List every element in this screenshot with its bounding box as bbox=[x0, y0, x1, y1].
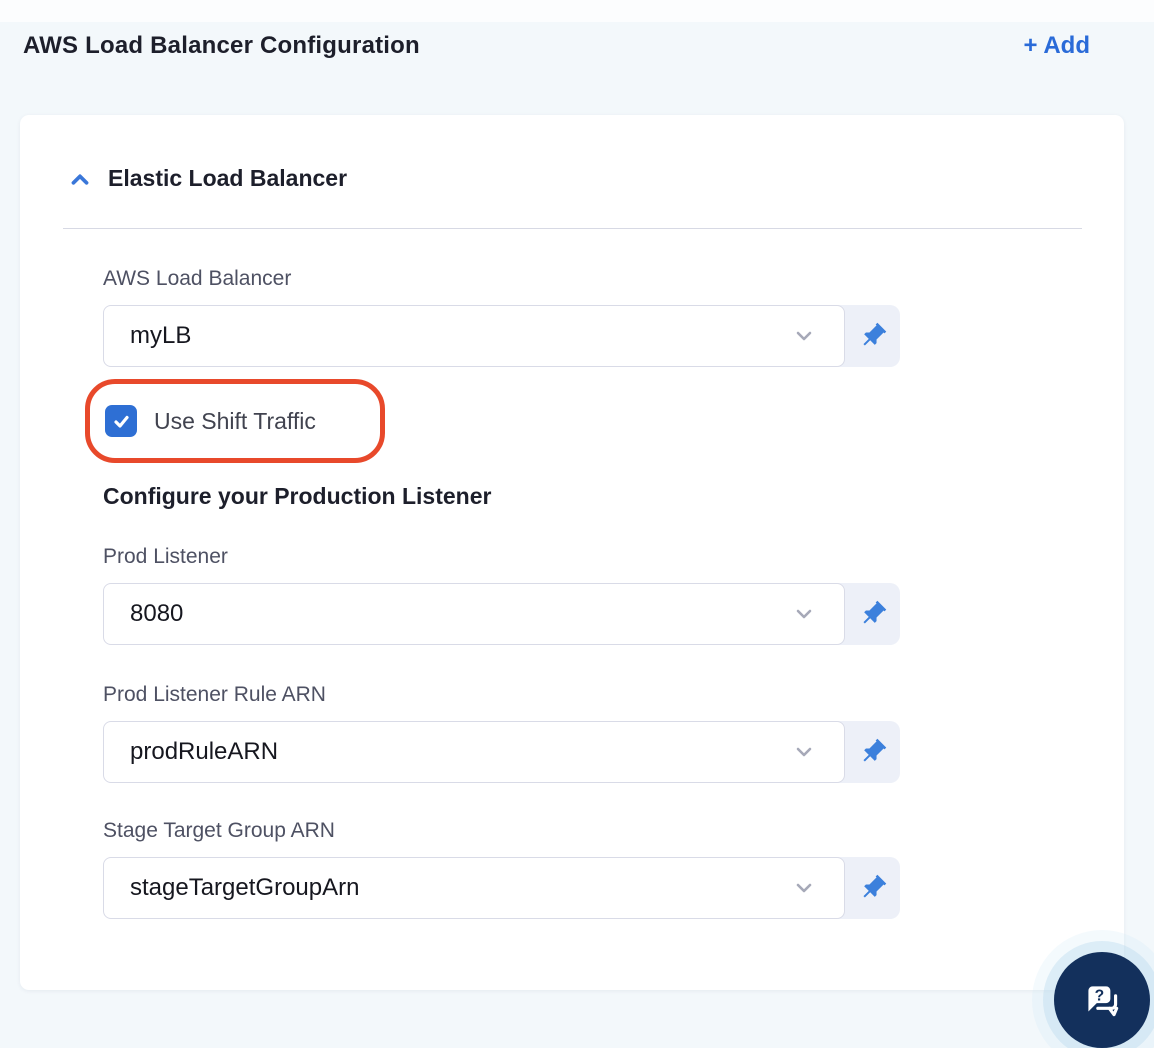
checkbox-checked[interactable] bbox=[105, 405, 137, 437]
page-header: AWS Load Balancer Configuration + Add bbox=[23, 32, 1090, 60]
select-value: 8080 bbox=[130, 600, 184, 627]
section-title: Elastic Load Balancer bbox=[108, 165, 348, 191]
section-header-elastic-load-balancer[interactable]: Elastic Load Balancer bbox=[68, 165, 1082, 192]
chevron-down-icon bbox=[790, 874, 818, 902]
select-group: 8080 bbox=[103, 583, 900, 645]
select-value: myLB bbox=[130, 322, 192, 349]
select-value: stageTargetGroupArn bbox=[130, 874, 360, 901]
field-label: Prod Listener bbox=[103, 545, 228, 568]
field-prod-listener: Prod Listener 8080 bbox=[103, 545, 900, 645]
pushpin-icon bbox=[858, 873, 888, 903]
select-group: myLB bbox=[103, 305, 900, 367]
svg-text:?: ? bbox=[1095, 988, 1105, 1005]
form-fields: AWS Load Balancer myLB Use Shift Traffic… bbox=[85, 267, 900, 919]
field-aws-load-balancer: AWS Load Balancer myLB bbox=[103, 267, 900, 367]
prod-listener-select[interactable]: 8080 bbox=[103, 583, 845, 645]
chevron-down-icon bbox=[790, 600, 818, 628]
field-label: Prod Listener Rule ARN bbox=[103, 683, 326, 706]
use-shift-traffic-checkbox[interactable]: Use Shift Traffic bbox=[105, 405, 316, 437]
pin-button[interactable] bbox=[845, 857, 900, 919]
help-button[interactable]: ? bbox=[1054, 952, 1150, 1048]
checkbox-label: Use Shift Traffic bbox=[154, 407, 316, 434]
pushpin-icon bbox=[858, 599, 888, 629]
field-label: AWS Load Balancer bbox=[103, 267, 292, 290]
pushpin-icon bbox=[858, 737, 888, 767]
stage-target-group-arn-select[interactable]: stageTargetGroupArn bbox=[103, 857, 845, 919]
chevron-down-icon bbox=[790, 322, 818, 350]
pin-button[interactable] bbox=[845, 305, 900, 367]
field-label: Stage Target Group ARN bbox=[103, 819, 335, 842]
select-group: prodRuleARN bbox=[103, 721, 900, 783]
annotation-highlight: Use Shift Traffic bbox=[85, 379, 385, 463]
page-title: AWS Load Balancer Configuration bbox=[23, 32, 420, 59]
pin-button[interactable] bbox=[845, 721, 900, 783]
chevron-down-icon bbox=[790, 738, 818, 766]
production-listener-heading: Configure your Production Listener bbox=[103, 483, 492, 509]
pushpin-icon bbox=[858, 321, 888, 351]
chat-question-icon: ? bbox=[1079, 977, 1125, 1023]
pin-button[interactable] bbox=[845, 583, 900, 645]
select-group: stageTargetGroupArn bbox=[103, 857, 900, 919]
divider bbox=[63, 228, 1082, 229]
top-strip bbox=[0, 0, 1154, 22]
checkmark-icon bbox=[111, 411, 132, 432]
add-button[interactable]: + Add bbox=[1024, 32, 1090, 60]
field-prod-listener-rule-arn: Prod Listener Rule ARN prodRuleARN bbox=[103, 683, 900, 783]
chevron-up-icon bbox=[68, 167, 92, 191]
load-balancer-config-card: Elastic Load Balancer AWS Load Balancer … bbox=[20, 115, 1124, 990]
prod-listener-rule-arn-select[interactable]: prodRuleARN bbox=[103, 721, 845, 783]
select-value: prodRuleARN bbox=[130, 738, 279, 765]
field-stage-target-group-arn: Stage Target Group ARN stageTargetGroupA… bbox=[103, 819, 900, 919]
aws-load-balancer-select[interactable]: myLB bbox=[103, 305, 845, 367]
